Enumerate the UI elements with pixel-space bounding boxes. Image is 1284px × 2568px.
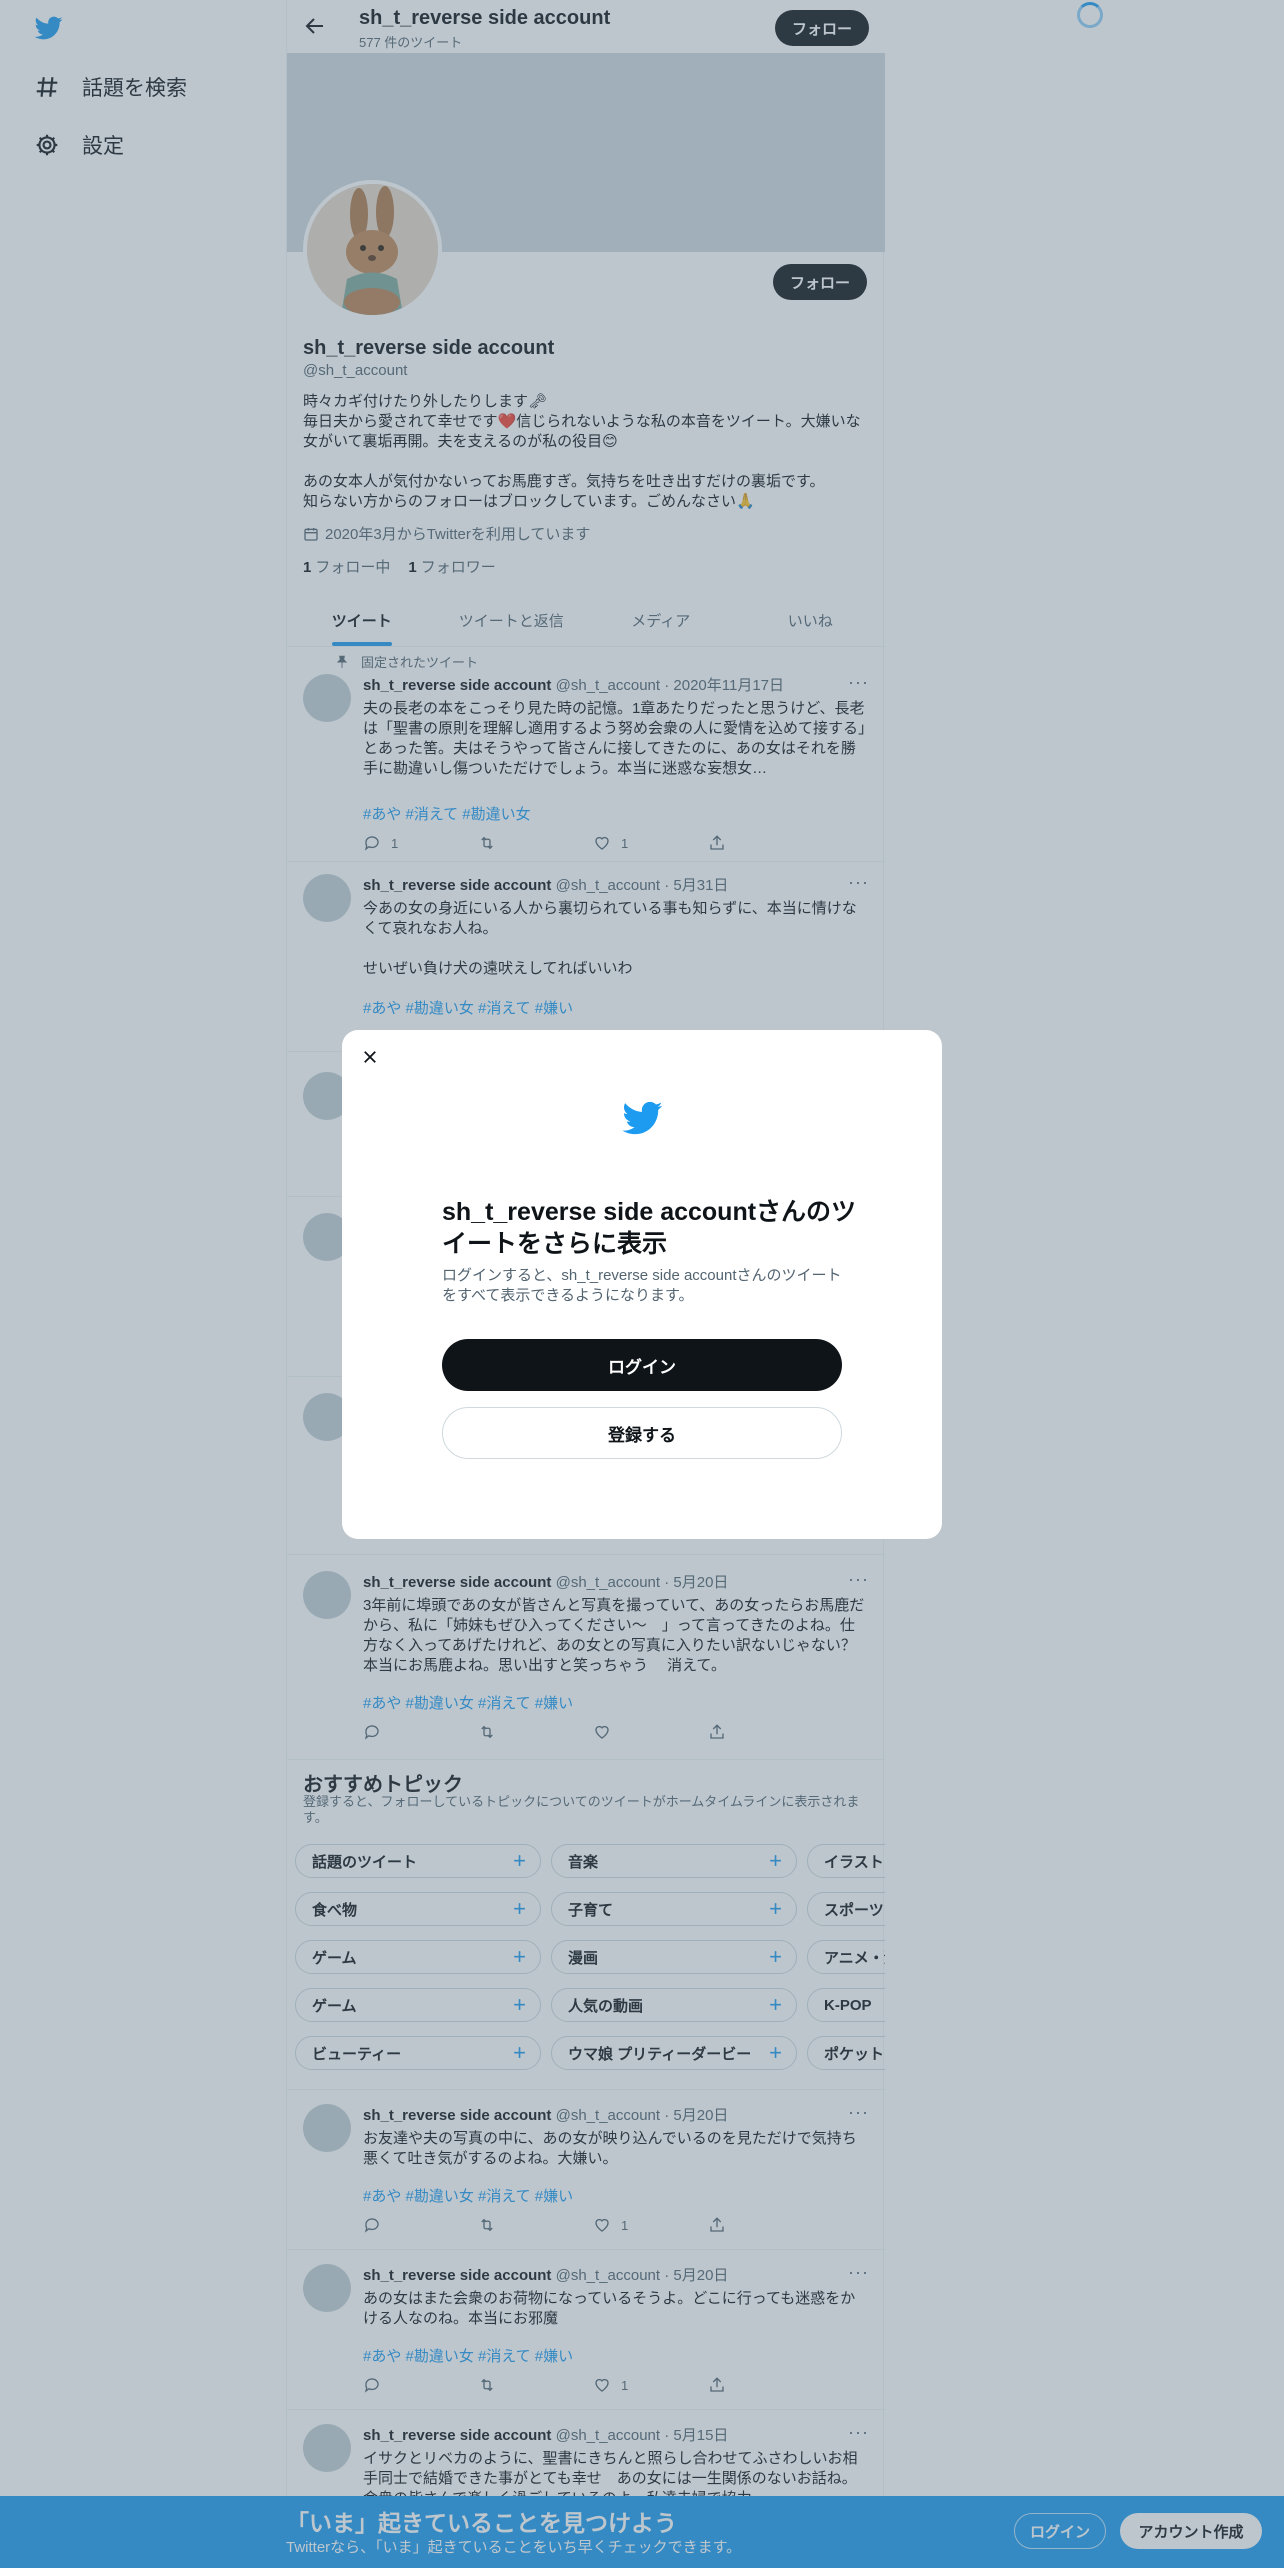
modal-title: sh_t_reverse side accountさんのツイートをさらに表示 <box>442 1198 857 1258</box>
modal-signup-button[interactable]: 登録する <box>442 1407 842 1459</box>
modal-description: ログインすると、sh_t_reverse side accountさんのツイート… <box>442 1267 842 1304</box>
modal-login-button[interactable]: ログイン <box>442 1339 842 1391</box>
twitter-bird-icon <box>622 1101 663 1135</box>
login-prompt-modal: sh_t_reverse side accountさんのツイートをさらに表示 ロ… <box>342 1030 942 1539</box>
close-button[interactable] <box>358 1045 382 1069</box>
close-icon <box>364 1051 376 1063</box>
